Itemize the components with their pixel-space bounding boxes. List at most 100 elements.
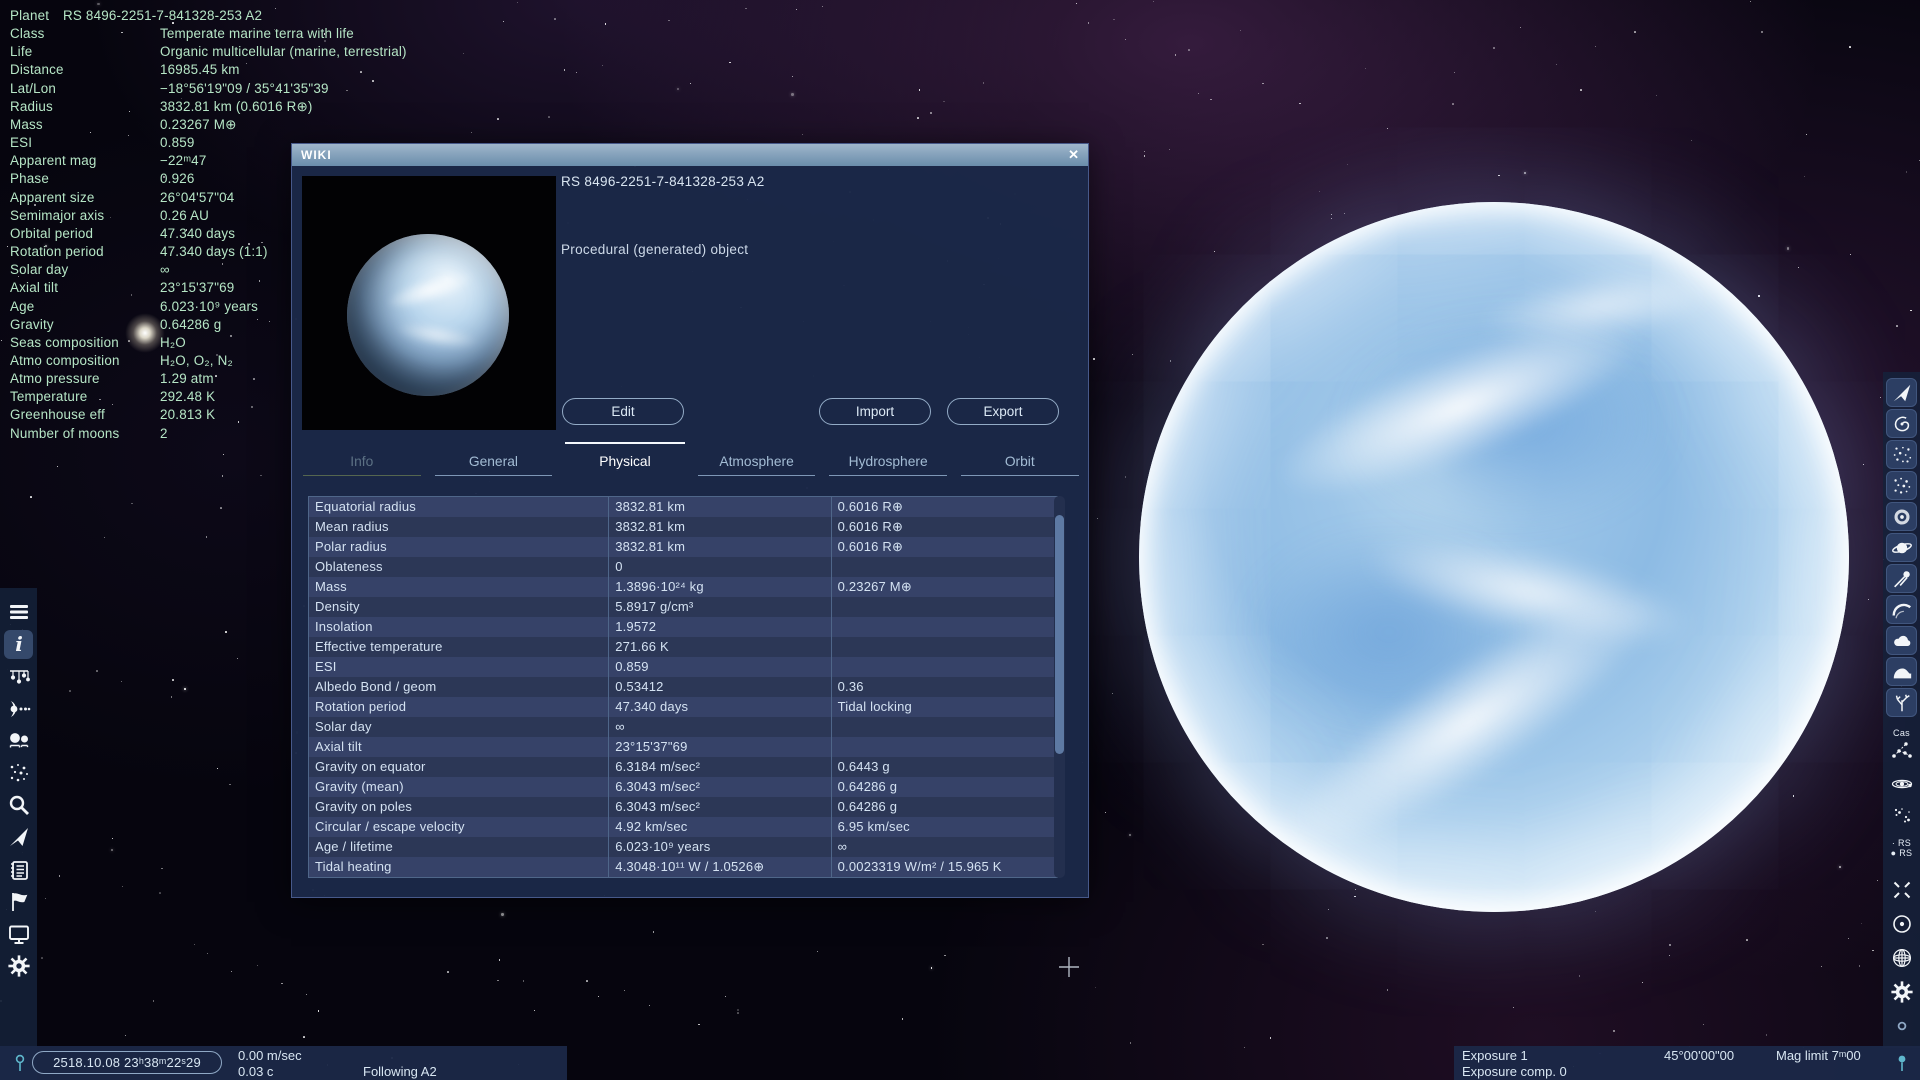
property-name: Effective temperature [315,639,443,654]
info-label: Solar day [10,262,69,278]
cluster-browser-button[interactable] [4,759,33,788]
toggle-star-markers[interactable] [1886,804,1917,828]
toggle-life[interactable] [1886,688,1917,717]
exposure-value: Exposure 1 [1462,1048,1528,1063]
tab-orbit[interactable]: Orbit [954,442,1086,478]
toggle-clusters[interactable] [1886,471,1917,500]
object-label-sample: ● RS [1890,848,1913,858]
journal-button[interactable] [4,855,33,884]
export-button[interactable]: Export [947,398,1059,425]
toggle-atmospheres[interactable] [1886,595,1917,624]
flight-mode-button[interactable] [4,823,33,852]
table-row: Mass 1.3896·10²⁴ kg 0.23267 M⊕ [309,577,1057,597]
property-value: 0.36 [830,677,1057,697]
table-row: Equatorial radius 3832.81 km 0.6016 R⊕ [309,497,1057,517]
info-value: 0.23267 M⊕ [160,116,237,132]
pin-icon[interactable] [1894,1053,1910,1076]
toggle-orbits[interactable] [1886,772,1917,796]
property-value: 0 [608,557,830,577]
search-button[interactable] [4,791,33,820]
settings-button[interactable] [4,952,33,981]
time-field[interactable]: 2518.10.08 23ʰ38ᵐ22ˢ29 [32,1051,222,1074]
toggle-constellations[interactable]: Cas [1886,728,1917,762]
star-browser-button[interactable] [4,726,33,755]
property-value: 0.0023319 W/m² / 15.965 K [830,857,1057,877]
close-icon[interactable]: ✕ [1068,147,1079,163]
tab-general[interactable]: General [428,442,560,478]
flags-button[interactable] [4,887,33,916]
property-value [830,637,1057,657]
toggle-water[interactable] [1886,657,1917,686]
info-value: 26°04'57"04 [160,189,235,205]
info-label: Rotation period [10,244,104,260]
info-value: H₂O [160,334,186,350]
table-row: Gravity on poles 6.3043 m/sec² 0.64286 g [309,797,1057,817]
pin-icon[interactable] [12,1053,28,1076]
selection-marker-toggle[interactable] [1886,878,1917,902]
property-value: 6.95 km/sec [830,817,1057,837]
info-value: 47.340 days (1:1) [160,244,268,260]
tab-hydrosphere[interactable]: Hydrosphere [822,442,954,478]
wiki-dialog: WIKI ✕ RS 8496-2251-7-841328-253 A2 Proc… [291,143,1089,898]
info-label: Apparent mag [10,153,97,169]
info-label: ESI [10,135,33,151]
display-settings-button[interactable] [4,920,33,949]
menu-button[interactable] [4,598,33,627]
planet-browser-button[interactable] [4,694,33,723]
toggle-comets[interactable] [1886,564,1917,593]
info-label: Seas composition [10,334,119,350]
property-value: 3832.81 km [608,537,830,557]
tab-physical[interactable]: Physical [559,442,691,478]
property-name: Mean radius [315,519,389,534]
table-row: Albedo Bond / geom 0.53412 0.36 [309,677,1057,697]
table-row: Axial tilt 23°15'37"69 [309,737,1057,757]
wiki-object-name: RS 8496-2251-7-841328-253 A2 [561,174,765,189]
info-row: Planet RS 8496-2251-7-841328-253 A2 [10,8,470,26]
info-value: 3832.81 km (0.6016 R⊕) [160,98,313,114]
toggle-object-labels[interactable]: · RS ● RS [1886,838,1917,858]
table-row: Age / lifetime 6.023·10⁹ years ∞ [309,837,1057,857]
planet-render[interactable] [1139,202,1849,912]
system-chart-button[interactable] [4,662,33,691]
toggle-clouds[interactable] [1886,626,1917,655]
tab-atmosphere[interactable]: Atmosphere [691,442,823,478]
scrollbar[interactable] [1054,496,1065,878]
import-button[interactable]: Import [819,398,931,425]
table-row: Gravity (mean) 6.3043 m/sec² 0.64286 g [309,777,1057,797]
toggle-galaxies[interactable] [1886,409,1917,438]
view-settings-button[interactable] [1886,980,1917,1004]
info-value: 6.023·10⁹ years [160,298,259,314]
table-row: Rotation period 47.340 days Tidal locking [309,697,1057,717]
info-value: 16985.45 km [160,62,240,78]
toggle-nebulae[interactable] [1886,502,1917,531]
property-name: Gravity on equator [315,759,426,774]
info-value: Organic multicellular (marine, terrestri… [160,44,407,60]
property-value: 6.3184 m/sec² [608,757,830,777]
toggle-planets[interactable] [1886,533,1917,562]
info-value: 1.29 atm [160,371,214,387]
property-name: Axial tilt [315,739,362,754]
toggle-orbit-markers[interactable] [1886,912,1917,936]
property-name: Insolation [315,619,373,634]
property-name: Rotation period [315,699,407,714]
property-name: Density [315,599,360,614]
info-panel-button[interactable]: i [4,629,33,659]
scrollbar-thumb[interactable] [1055,515,1064,754]
toggle-stars[interactable] [1886,440,1917,469]
planet-thumbnail [302,176,556,430]
indicator-dot[interactable] [1886,1014,1917,1038]
table-row: Solar day ∞ [309,717,1057,737]
property-value: 3832.81 km [608,497,830,517]
property-value: 4.92 km/sec [608,817,830,837]
toggle-grid[interactable] [1886,946,1917,970]
toggle-spacecraft[interactable] [1886,378,1917,407]
table-row: Polar radius 3832.81 km 0.6016 R⊕ [309,537,1057,557]
property-value [830,557,1057,577]
speed-value: 0.00 m/sec [238,1048,302,1063]
property-name: Gravity on poles [315,799,413,814]
wiki-titlebar[interactable]: WIKI ✕ [292,144,1088,166]
property-value: 6.023·10⁹ years [608,837,830,857]
table-row: Insolation 1.9572 [309,617,1057,637]
property-value: 0.6016 R⊕ [830,517,1057,537]
edit-button[interactable]: Edit [562,398,684,425]
